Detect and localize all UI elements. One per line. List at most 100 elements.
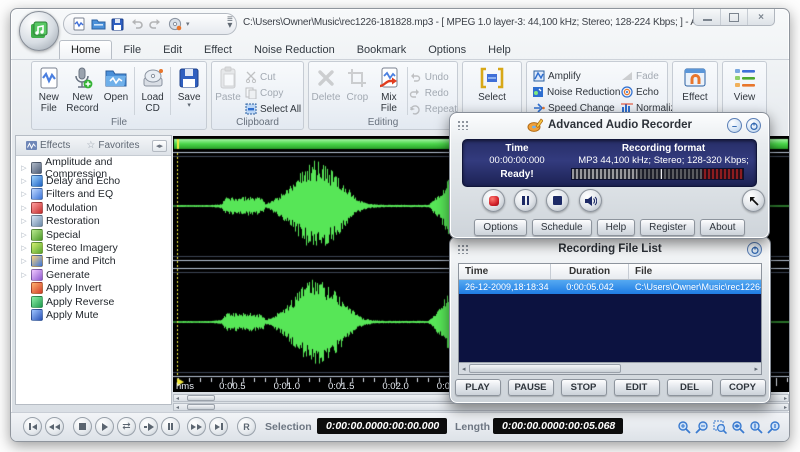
undo-button[interactable]: Undo xyxy=(409,70,457,84)
play-button[interactable]: PLAY xyxy=(455,379,501,396)
paste-button[interactable]: Paste xyxy=(212,65,244,103)
selection-time-field[interactable]: 0:00:00.000 0:00:00.000 xyxy=(317,418,447,434)
tree-item-special[interactable]: Special xyxy=(20,228,171,241)
tab-options[interactable]: Options xyxy=(417,41,477,59)
tree-item-filters-and-eq[interactable]: Filters and EQ xyxy=(20,188,171,201)
play-button[interactable] xyxy=(95,417,114,436)
tree-item-apply-invert[interactable]: Apply Invert xyxy=(20,282,171,295)
file-list-title-bar[interactable]: Recording File List xyxy=(450,237,770,261)
go-to-start-button[interactable] xyxy=(23,417,42,436)
application-menu-button[interactable] xyxy=(19,11,59,51)
table-row-selected[interactable]: 26-12-2009,18:18:34 0:00:05.042 C:\Users… xyxy=(459,280,761,294)
table-horizontal-scrollbar[interactable] xyxy=(459,362,761,374)
tab-bookmark[interactable]: Bookmark xyxy=(346,41,418,59)
sidebar-tab-favorites[interactable]: ☆ Favorites xyxy=(80,139,145,152)
redo-button[interactable]: Redo xyxy=(409,86,457,100)
save-button[interactable]: Save ▾ xyxy=(172,65,206,108)
close-button[interactable]: × xyxy=(747,9,774,25)
drag-grip-icon[interactable] xyxy=(457,120,470,130)
redo-icon[interactable] xyxy=(148,17,163,32)
sidebar-tab-pager[interactable] xyxy=(152,140,167,152)
scroll-left-icon[interactable] xyxy=(176,395,179,402)
pause-button[interactable] xyxy=(161,417,180,436)
column-header-time[interactable]: Time xyxy=(459,264,551,279)
stop-button[interactable] xyxy=(546,189,569,212)
expander-icon[interactable] xyxy=(20,190,28,198)
schedule-button[interactable]: Schedule xyxy=(532,219,592,236)
zoom-vertical-out-icon[interactable] xyxy=(766,419,781,434)
expander-icon[interactable] xyxy=(20,271,28,279)
length-time-field[interactable]: 0:00:00.000 0:00:05.068 xyxy=(493,418,623,434)
stop-button[interactable] xyxy=(73,417,92,436)
restore-button[interactable] xyxy=(720,9,747,25)
pause-button[interactable]: PAUSE xyxy=(508,379,554,396)
noise-reduction-button[interactable]: Noise Reduction xyxy=(532,85,618,99)
expander-icon[interactable] xyxy=(20,244,28,252)
recorder-title-bar[interactable]: Advanced Audio Recorder – xyxy=(450,113,769,137)
new-record-button[interactable]: New Record xyxy=(66,65,100,114)
open-button[interactable]: Open xyxy=(99,65,133,103)
record-button[interactable] xyxy=(482,189,505,212)
expander-icon[interactable] xyxy=(20,217,28,225)
copy-button[interactable]: COPY xyxy=(720,379,766,396)
tab-noise-reduction[interactable]: Noise Reduction xyxy=(243,41,346,59)
go-to-end-button[interactable] xyxy=(209,417,228,436)
file-list-power-button[interactable] xyxy=(747,242,762,257)
tree-item-apply-mute[interactable]: Apply Mute xyxy=(20,308,171,321)
sidebar-tab-effects[interactable]: Effects xyxy=(20,139,76,152)
new-file-button[interactable]: New File xyxy=(32,65,66,114)
register-button[interactable]: Register xyxy=(640,219,695,236)
pause-button[interactable] xyxy=(514,189,537,212)
zoom-out-icon[interactable] xyxy=(694,419,709,434)
loop-button[interactable]: ⇄ xyxy=(117,417,136,436)
crop-button[interactable]: Crop xyxy=(343,65,372,103)
compact-mode-button[interactable] xyxy=(742,189,765,212)
stop-button[interactable]: STOP xyxy=(561,379,607,396)
expander-icon[interactable] xyxy=(20,164,28,172)
about-button[interactable]: About xyxy=(700,219,744,236)
zoom-in-icon[interactable] xyxy=(676,419,691,434)
scrollbar-thumb[interactable] xyxy=(187,395,215,401)
tree-item-modulation[interactable]: Modulation xyxy=(20,201,171,214)
copy-button[interactable]: Copy xyxy=(244,86,301,100)
scrollbar-thumb[interactable] xyxy=(469,364,621,373)
tab-help[interactable]: Help xyxy=(477,41,522,59)
minimize-button[interactable] xyxy=(694,9,720,25)
burn-cd-icon[interactable] xyxy=(167,17,182,32)
delete-button[interactable]: Delete xyxy=(309,65,343,103)
drag-grip-icon[interactable] xyxy=(457,244,470,254)
edit-button[interactable]: EDIT xyxy=(614,379,660,396)
scrollbar-thumb[interactable] xyxy=(187,404,215,410)
tree-item-apply-reverse[interactable]: Apply Reverse xyxy=(20,295,171,308)
select-all-button[interactable]: Select All xyxy=(244,102,301,116)
tree-item-amplitude-and-compression[interactable]: Amplitude and Compression xyxy=(20,161,171,174)
scroll-left-icon[interactable] xyxy=(176,404,179,411)
horizontal-scrollbar[interactable] xyxy=(173,403,789,411)
expander-icon[interactable] xyxy=(20,177,28,185)
tree-item-time-and-pitch[interactable]: Time and Pitch xyxy=(20,255,171,268)
amplify-button[interactable]: Amplify xyxy=(532,69,618,83)
cut-button[interactable]: Cut xyxy=(244,70,301,84)
effect-button[interactable]: Effect xyxy=(678,65,713,103)
options-button[interactable]: Options xyxy=(474,219,526,236)
select-button[interactable]: Select xyxy=(470,65,514,103)
rewind-button[interactable] xyxy=(45,417,64,436)
scroll-left-icon[interactable] xyxy=(459,365,469,373)
view-button[interactable]: View xyxy=(727,65,762,103)
tree-item-restoration[interactable]: Restoration xyxy=(20,215,171,228)
tab-effect[interactable]: Effect xyxy=(193,41,243,59)
help-button[interactable]: Help xyxy=(597,219,636,236)
new-file-icon[interactable] xyxy=(72,17,87,32)
tree-item-stereo-imagery[interactable]: Stereo Imagery xyxy=(20,241,171,254)
expander-icon[interactable] xyxy=(20,231,28,239)
mix-file-button[interactable]: Mix File xyxy=(372,65,406,114)
recorder-power-button[interactable] xyxy=(746,118,761,133)
recorder-minimize-button[interactable]: – xyxy=(727,118,742,133)
fast-forward-button[interactable] xyxy=(187,417,206,436)
load-cd-button[interactable]: Load CD xyxy=(136,65,170,114)
tab-edit[interactable]: Edit xyxy=(152,41,193,59)
column-header-duration[interactable]: Duration xyxy=(551,264,629,279)
column-header-file[interactable]: File xyxy=(629,264,761,279)
scroll-right-icon[interactable] xyxy=(751,365,761,373)
save-icon[interactable] xyxy=(110,17,125,32)
